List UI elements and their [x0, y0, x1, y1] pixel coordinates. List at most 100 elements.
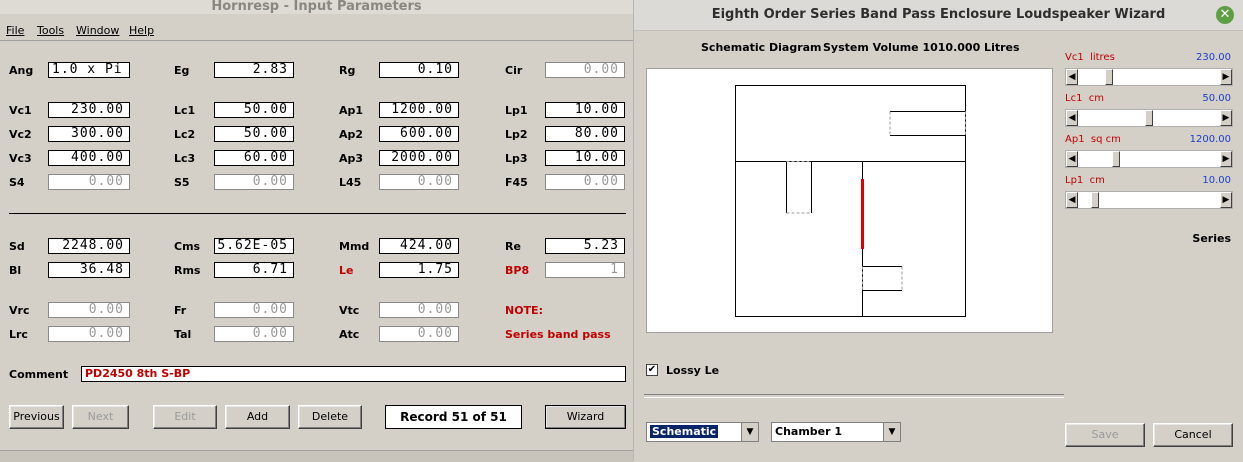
- label-f45: F45: [505, 176, 528, 189]
- wizard-button[interactable]: Wizard: [545, 405, 626, 429]
- slider-thumb[interactable]: [1104, 69, 1113, 85]
- vc1-slider-label: Vc1 litres: [1065, 52, 1115, 63]
- ap1-slider-value: 1200.00: [1189, 134, 1231, 145]
- vrc-field[interactable]: 0.00: [48, 302, 130, 318]
- rg-field[interactable]: 0.10: [379, 62, 459, 78]
- right-arrow-icon[interactable]: ▶: [1220, 69, 1232, 85]
- edit-button[interactable]: Edit: [153, 405, 217, 429]
- lrc-field[interactable]: 0.00: [48, 326, 130, 342]
- lc3-field[interactable]: 60.00: [214, 150, 294, 166]
- label-ap3: Ap3: [339, 152, 364, 165]
- wizard-body: Schematic Diagram System Volume 1010.000…: [634, 31, 1243, 461]
- label-lrc: Lrc: [9, 328, 28, 341]
- status-bar: [0, 450, 633, 462]
- close-icon[interactable]: ✕: [1216, 6, 1234, 24]
- vtc-field[interactable]: 0.00: [379, 302, 459, 318]
- comment-field[interactable]: PD2450 8th S-BP: [81, 366, 626, 382]
- lc1-slider[interactable]: ◀ ▶: [1065, 109, 1233, 127]
- eg-field[interactable]: 2.83: [214, 62, 294, 78]
- left-arrow-icon[interactable]: ◀: [1066, 110, 1078, 126]
- label-bl: Bl: [9, 264, 22, 277]
- ap3-field[interactable]: 2000.00: [379, 150, 459, 166]
- slider-thumb[interactable]: [1111, 151, 1120, 167]
- menu-help[interactable]: Help: [129, 24, 154, 37]
- ap2-field[interactable]: 600.00: [379, 126, 459, 142]
- menu-window[interactable]: Window: [76, 24, 119, 37]
- vc2-field[interactable]: 300.00: [48, 126, 130, 142]
- view-select[interactable]: Schematic ▼: [646, 422, 759, 442]
- tal-field[interactable]: 0.00: [214, 326, 294, 342]
- schematic-diagram: [735, 85, 966, 317]
- lp3-field[interactable]: 10.00: [545, 150, 625, 166]
- vc3-field[interactable]: 400.00: [48, 150, 130, 166]
- rms-field[interactable]: 6.71: [214, 262, 294, 278]
- next-button[interactable]: Next: [72, 405, 129, 429]
- label-lp3: Lp3: [505, 152, 528, 165]
- lp1-slider-value: 10.00: [1202, 175, 1231, 186]
- window-title: Hornresp - Input Parameters: [0, 0, 633, 14]
- note-label: NOTE:: [505, 304, 543, 317]
- ap1-slider[interactable]: ◀ ▶: [1065, 150, 1233, 168]
- label-bp8: BP8: [505, 264, 530, 277]
- lp1-slider[interactable]: ◀ ▶: [1065, 191, 1233, 209]
- lc1-field[interactable]: 50.00: [214, 102, 294, 118]
- slider-thumb[interactable]: [1091, 192, 1100, 208]
- sd-field[interactable]: 2248.00: [48, 238, 130, 254]
- system-volume: System Volume 1010.000 Litres: [823, 41, 1020, 54]
- left-arrow-icon[interactable]: ◀: [1066, 151, 1078, 167]
- previous-button[interactable]: Previous: [9, 405, 64, 429]
- label-vc3: Vc3: [9, 152, 32, 165]
- l45-field[interactable]: 0.00: [379, 174, 459, 190]
- s5-field[interactable]: 0.00: [214, 174, 294, 190]
- lc1-slider-value: 50.00: [1202, 93, 1231, 104]
- delete-button[interactable]: Delete: [298, 405, 362, 429]
- label-lc2: Lc2: [174, 128, 196, 141]
- label-ang: Ang: [9, 64, 34, 77]
- left-arrow-icon[interactable]: ◀: [1066, 69, 1078, 85]
- label-ap1: Ap1: [339, 104, 364, 117]
- cir-field[interactable]: 0.00: [545, 62, 625, 78]
- vc1-slider[interactable]: ◀ ▶: [1065, 68, 1233, 86]
- right-arrow-icon[interactable]: ▶: [1220, 151, 1232, 167]
- f45-field[interactable]: 0.00: [545, 174, 625, 190]
- s4-field[interactable]: 0.00: [48, 174, 130, 190]
- right-arrow-icon[interactable]: ▶: [1220, 110, 1232, 126]
- fr-field[interactable]: 0.00: [214, 302, 294, 318]
- vc1-field[interactable]: 230.00: [48, 102, 130, 118]
- lossy-le-checkbox[interactable]: ✔: [646, 364, 658, 376]
- lp1-slider-label: Lp1 cm: [1065, 175, 1105, 186]
- chamber-select[interactable]: Chamber 1 ▼: [771, 422, 901, 442]
- lossy-le-label: Lossy Le: [666, 364, 720, 377]
- label-lc1: Lc1: [174, 104, 196, 117]
- slider-thumb[interactable]: [1145, 110, 1153, 126]
- label-vc1: Vc1: [9, 104, 32, 117]
- chevron-down-icon[interactable]: ▼: [741, 423, 758, 441]
- le-field[interactable]: 1.75: [379, 262, 459, 278]
- note-text: Series band pass: [505, 328, 611, 341]
- label-lc3: Lc3: [174, 152, 196, 165]
- add-button[interactable]: Add: [225, 405, 290, 429]
- label-vrc: Vrc: [9, 304, 30, 317]
- lp2-field[interactable]: 80.00: [545, 126, 625, 142]
- ap1-slider-label: Ap1 sq cm: [1065, 134, 1121, 145]
- ap1-field[interactable]: 1200.00: [379, 102, 459, 118]
- cancel-button[interactable]: Cancel: [1153, 423, 1233, 447]
- chevron-down-icon[interactable]: ▼: [883, 423, 900, 441]
- label-le: Le: [339, 264, 354, 277]
- lp1-field[interactable]: 10.00: [545, 102, 625, 118]
- right-arrow-icon[interactable]: ▶: [1220, 192, 1232, 208]
- lc2-field[interactable]: 50.00: [214, 126, 294, 142]
- left-arrow-icon[interactable]: ◀: [1066, 192, 1078, 208]
- bl-field[interactable]: 36.48: [48, 262, 130, 278]
- bp8-field[interactable]: 1: [545, 262, 625, 278]
- label-rms: Rms: [174, 264, 201, 277]
- section-divider: [9, 213, 626, 214]
- save-button[interactable]: Save: [1065, 423, 1145, 447]
- mmd-field[interactable]: 424.00: [379, 238, 459, 254]
- cms-field[interactable]: 5.62E-05: [214, 238, 294, 254]
- menu-tools[interactable]: Tools: [37, 24, 64, 37]
- ang-field[interactable]: 1.0 x Pi: [48, 62, 130, 78]
- atc-field[interactable]: 0.00: [379, 326, 459, 342]
- re-field[interactable]: 5.23: [545, 238, 625, 254]
- menu-file[interactable]: File: [6, 24, 24, 37]
